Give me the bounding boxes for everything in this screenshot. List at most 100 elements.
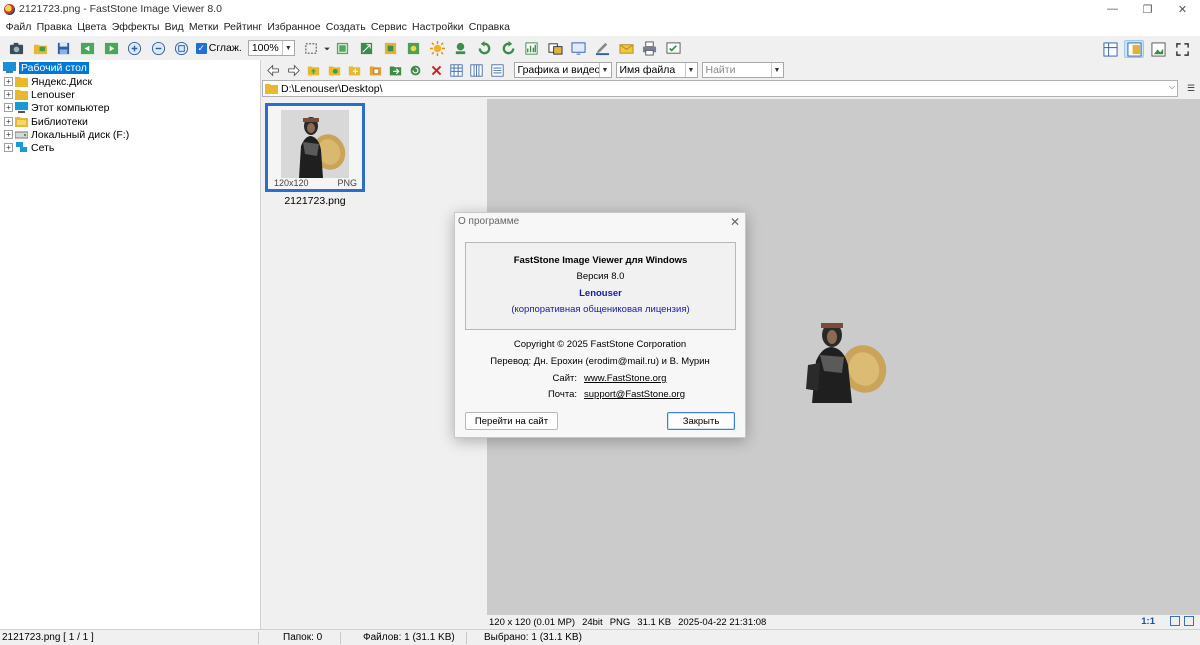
fullscreen-icon[interactable]: [1172, 40, 1192, 58]
rotate-right-icon[interactable]: [500, 40, 517, 57]
menu-tools[interactable]: Сервис: [368, 21, 409, 33]
about-dialog: О программе ✕ FastStone Image Viewer для…: [454, 212, 746, 438]
tree-item-label: Этот компьютер: [31, 101, 110, 114]
compare-icon[interactable]: [547, 40, 564, 57]
menu-rating[interactable]: Рейтинг: [221, 21, 265, 33]
zoom-select[interactable]: 100% ▼: [247, 40, 295, 56]
tree-item-yandex-disk[interactable]: + Яндекс.Диск: [4, 75, 92, 88]
save-icon[interactable]: [55, 40, 72, 57]
menu-tags[interactable]: Метки: [186, 21, 221, 33]
network-icon: [16, 142, 27, 152]
product-version: Версия 8.0: [576, 271, 625, 282]
filter-select-value: Графика и видео: [517, 64, 601, 76]
menu-edit[interactable]: Правка: [34, 21, 75, 33]
print-icon[interactable]: [641, 40, 658, 57]
smooth-checkbox[interactable]: ✓ Сглаж.: [195, 42, 242, 54]
chevron-down-icon[interactable]: ⌵: [1169, 82, 1175, 92]
brightness-icon[interactable]: [429, 40, 446, 57]
fit-window-icon[interactable]: [1170, 616, 1194, 627]
canvas-icon[interactable]: [382, 40, 399, 57]
menu-effects[interactable]: Эффекты: [109, 21, 162, 33]
thumb-view-icon[interactable]: [449, 62, 465, 78]
path-history-button[interactable]: ☰: [1184, 81, 1198, 96]
window-title: 2121723.png - FastStone Image Viewer 8.0: [19, 3, 222, 15]
zoom-ratio[interactable]: 1:1: [1141, 616, 1155, 627]
tree-item-this-pc[interactable]: + Этот компьютер: [4, 101, 110, 114]
adjust-icon[interactable]: [405, 40, 422, 57]
minimize-button[interactable]: —: [1095, 0, 1130, 18]
dialog-title: О программе: [458, 216, 520, 227]
site-link[interactable]: www.FastStone.org: [584, 373, 666, 384]
back-arrow-icon[interactable]: [265, 62, 281, 78]
next-folder-icon[interactable]: [103, 40, 120, 57]
license-type: (корпоративная общениковая лицензия): [511, 304, 690, 315]
thumbnail-filename: 2121723.png: [284, 195, 346, 207]
tree-item-desktop[interactable]: Рабочий стол: [3, 61, 89, 74]
checkbox-checked-icon: ✓: [195, 42, 207, 54]
open-folder-icon[interactable]: [32, 40, 49, 57]
fit-icon[interactable]: [173, 40, 190, 57]
filter-select[interactable]: Графика и видео ▼: [513, 62, 612, 78]
rotate-left-icon[interactable]: [476, 40, 493, 57]
expand-icon[interactable]: +: [4, 77, 13, 86]
zoom-out-icon[interactable]: [150, 40, 167, 57]
menu-favorites[interactable]: Избранное: [265, 21, 323, 33]
camera-icon[interactable]: [8, 40, 25, 57]
expand-icon[interactable]: +: [4, 90, 13, 99]
menu-help[interactable]: Справка: [466, 21, 512, 33]
delete-icon[interactable]: [428, 62, 444, 78]
expand-icon[interactable]: +: [4, 143, 13, 152]
image-format: PNG: [609, 616, 631, 628]
select-dropdown-icon[interactable]: [323, 40, 331, 57]
refresh-icon[interactable]: [408, 62, 424, 78]
sort-select[interactable]: Имя файла ▼: [615, 62, 698, 78]
parent-folder-icon[interactable]: [306, 62, 322, 78]
status-selected: Выбрано: 1 (31.1 KB): [484, 632, 582, 643]
path-input[interactable]: D:\Lenouser\Desktop\ ⌵: [262, 80, 1178, 97]
menu-colors[interactable]: Цвета: [75, 21, 109, 33]
thumbnail-item[interactable]: 120x120 PNG: [265, 103, 365, 192]
folder-icon: [15, 90, 28, 100]
forward-arrow-icon[interactable]: [286, 62, 302, 78]
maximize-button[interactable]: ❐: [1130, 0, 1165, 18]
mail-link[interactable]: support@FastStone.org: [584, 389, 685, 400]
move-to-folder-icon[interactable]: [387, 62, 403, 78]
email-icon[interactable]: [618, 40, 635, 57]
tree-item-local-disk-f[interactable]: + Локальный диск (F:): [4, 128, 129, 141]
visit-site-button[interactable]: Перейти на сайт: [465, 412, 558, 430]
layout-image-icon[interactable]: [1148, 40, 1168, 58]
slideshow-icon[interactable]: [570, 40, 587, 57]
browser-toolbar: Графика и видео ▼ Имя файла ▼ Найти ▼: [262, 60, 1200, 80]
menu-file[interactable]: Файл: [3, 21, 34, 33]
expand-icon[interactable]: +: [4, 117, 13, 126]
tree-item-network[interactable]: + Сеть: [4, 141, 54, 154]
layout-preview-icon[interactable]: [1124, 40, 1144, 58]
favorite-folder-icon[interactable]: [326, 62, 342, 78]
menu-view[interactable]: Вид: [162, 21, 186, 33]
menu-settings[interactable]: Настройки: [409, 21, 466, 33]
prev-folder-icon[interactable]: [79, 40, 96, 57]
resize-icon[interactable]: [358, 40, 375, 57]
tree-item-lenouser[interactable]: + Lenouser: [4, 88, 75, 101]
select-rect-icon[interactable]: [303, 40, 320, 57]
wallpaper-icon[interactable]: [665, 40, 682, 57]
new-folder-icon[interactable]: [347, 62, 363, 78]
redeye-icon[interactable]: [452, 40, 469, 57]
columns-view-icon[interactable]: [469, 62, 485, 78]
close-window-button[interactable]: ✕: [1165, 0, 1200, 18]
crop-icon[interactable]: [334, 40, 351, 57]
histogram-icon[interactable]: [523, 40, 540, 57]
menu-create[interactable]: Создать: [323, 21, 368, 33]
draw-icon[interactable]: [594, 40, 611, 57]
close-dialog-button[interactable]: Закрыть: [667, 412, 735, 430]
expand-icon[interactable]: +: [4, 103, 13, 112]
expand-icon[interactable]: +: [4, 130, 13, 139]
details-view-icon[interactable]: [489, 62, 505, 78]
dialog-close-icon[interactable]: ✕: [730, 215, 740, 229]
tree-item-label: Рабочий стол: [19, 61, 89, 74]
search-input[interactable]: Найти ▼: [701, 62, 784, 78]
tree-item-libraries[interactable]: + Библиотеки: [4, 115, 88, 128]
copy-to-folder-icon[interactable]: [367, 62, 383, 78]
layout-grid-icon[interactable]: [1100, 40, 1120, 58]
zoom-in-icon[interactable]: [126, 40, 143, 57]
